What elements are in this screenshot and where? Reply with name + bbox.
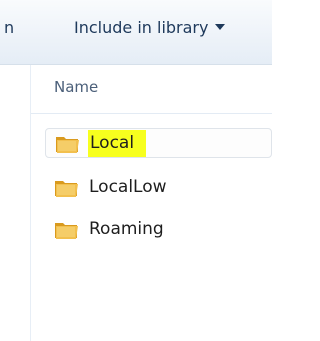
file-list: Local LocalLow Roaming [0,0,272,341]
file-name: LocalLow [89,176,167,197]
folder-icon [54,132,80,154]
folder-icon [53,176,79,198]
list-item-local[interactable]: Local [45,128,272,158]
list-item-locallow[interactable]: LocalLow [45,172,167,202]
file-name: Roaming [89,218,164,239]
explorer-window: n Include in library Name Local LocalLow… [0,0,272,341]
list-item-roaming[interactable]: Roaming [45,214,164,244]
folder-icon [53,218,79,240]
file-name: Local [88,129,147,157]
